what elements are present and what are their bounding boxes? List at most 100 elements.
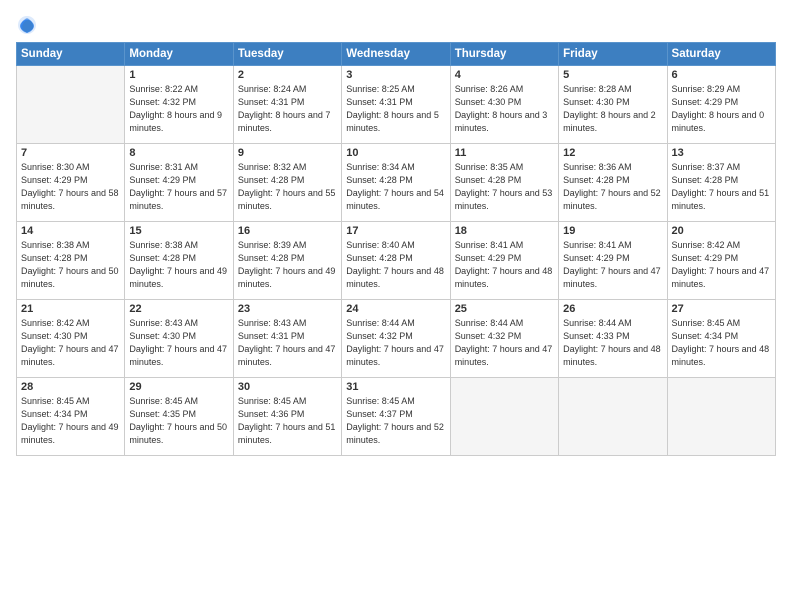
col-header-saturday: Saturday — [667, 43, 775, 66]
calendar-week-row: 21 Sunrise: 8:42 AMSunset: 4:30 PMDayligh… — [17, 300, 776, 378]
col-header-thursday: Thursday — [450, 43, 558, 66]
day-number: 22 — [129, 303, 228, 315]
day-number: 10 — [346, 147, 445, 159]
col-header-tuesday: Tuesday — [233, 43, 341, 66]
cell-details: Sunrise: 8:31 AMSunset: 4:29 PMDaylight:… — [129, 161, 228, 213]
day-number: 25 — [455, 303, 554, 315]
calendar-week-row: 1 Sunrise: 8:22 AMSunset: 4:32 PMDaylight… — [17, 66, 776, 144]
col-header-monday: Monday — [125, 43, 233, 66]
cell-details: Sunrise: 8:38 AMSunset: 4:28 PMDaylight:… — [129, 239, 228, 291]
calendar-cell — [559, 378, 667, 456]
col-header-friday: Friday — [559, 43, 667, 66]
calendar-cell: 31 Sunrise: 8:45 AMSunset: 4:37 PMDayligh… — [342, 378, 450, 456]
cell-details: Sunrise: 8:24 AMSunset: 4:31 PMDaylight:… — [238, 83, 337, 135]
cell-details: Sunrise: 8:26 AMSunset: 4:30 PMDaylight:… — [455, 83, 554, 135]
cell-details: Sunrise: 8:25 AMSunset: 4:31 PMDaylight:… — [346, 83, 445, 135]
calendar-cell: 23 Sunrise: 8:43 AMSunset: 4:31 PMDayligh… — [233, 300, 341, 378]
cell-details: Sunrise: 8:44 AMSunset: 4:32 PMDaylight:… — [455, 317, 554, 369]
calendar-cell: 29 Sunrise: 8:45 AMSunset: 4:35 PMDayligh… — [125, 378, 233, 456]
day-number: 20 — [672, 225, 771, 237]
day-number: 19 — [563, 225, 662, 237]
calendar-cell: 5 Sunrise: 8:28 AMSunset: 4:30 PMDaylight… — [559, 66, 667, 144]
cell-details: Sunrise: 8:32 AMSunset: 4:28 PMDaylight:… — [238, 161, 337, 213]
calendar-cell: 15 Sunrise: 8:38 AMSunset: 4:28 PMDayligh… — [125, 222, 233, 300]
cell-details: Sunrise: 8:45 AMSunset: 4:34 PMDaylight:… — [672, 317, 771, 369]
cell-details: Sunrise: 8:28 AMSunset: 4:30 PMDaylight:… — [563, 83, 662, 135]
calendar-week-row: 7Sunrise: 8:30 AMSunset: 4:29 PMDaylight… — [17, 144, 776, 222]
day-number: 28 — [21, 381, 120, 393]
day-number: 5 — [563, 69, 662, 81]
calendar-cell: 27 Sunrise: 8:45 AMSunset: 4:34 PMDayligh… — [667, 300, 775, 378]
calendar-cell: 19Sunrise: 8:41 AMSunset: 4:29 PMDayligh… — [559, 222, 667, 300]
day-number: 8 — [129, 147, 228, 159]
cell-details: Sunrise: 8:37 AMSunset: 4:28 PMDaylight:… — [672, 161, 771, 213]
header — [16, 14, 776, 36]
page: SundayMondayTuesdayWednesdayThursdayFrid… — [0, 0, 792, 612]
day-number: 12 — [563, 147, 662, 159]
day-number: 1 — [129, 69, 228, 81]
day-number: 11 — [455, 147, 554, 159]
cell-details: Sunrise: 8:45 AMSunset: 4:37 PMDaylight:… — [346, 395, 445, 447]
cell-details: Sunrise: 8:45 AMSunset: 4:36 PMDaylight:… — [238, 395, 337, 447]
calendar-cell: 30 Sunrise: 8:45 AMSunset: 4:36 PMDayligh… — [233, 378, 341, 456]
calendar-cell: 10Sunrise: 8:34 AMSunset: 4:28 PMDayligh… — [342, 144, 450, 222]
day-number: 13 — [672, 147, 771, 159]
day-number: 31 — [346, 381, 445, 393]
calendar-cell: 13 Sunrise: 8:37 AMSunset: 4:28 PMDayligh… — [667, 144, 775, 222]
calendar-cell: 8 Sunrise: 8:31 AMSunset: 4:29 PMDaylight… — [125, 144, 233, 222]
day-number: 17 — [346, 225, 445, 237]
cell-details: Sunrise: 8:45 AMSunset: 4:35 PMDaylight:… — [129, 395, 228, 447]
day-number: 4 — [455, 69, 554, 81]
day-number: 30 — [238, 381, 337, 393]
day-number: 27 — [672, 303, 771, 315]
day-number: 7 — [21, 147, 120, 159]
cell-details: Sunrise: 8:22 AMSunset: 4:32 PMDaylight:… — [129, 83, 228, 135]
day-number: 29 — [129, 381, 228, 393]
day-number: 15 — [129, 225, 228, 237]
calendar-cell: 2 Sunrise: 8:24 AMSunset: 4:31 PMDaylight… — [233, 66, 341, 144]
calendar-cell: 17 Sunrise: 8:40 AMSunset: 4:28 PMDayligh… — [342, 222, 450, 300]
logo-icon — [16, 14, 38, 36]
day-number: 26 — [563, 303, 662, 315]
col-header-wednesday: Wednesday — [342, 43, 450, 66]
day-number: 6 — [672, 69, 771, 81]
day-number: 16 — [238, 225, 337, 237]
cell-details: Sunrise: 8:45 AMSunset: 4:34 PMDaylight:… — [21, 395, 120, 447]
calendar-cell: 18Sunrise: 8:41 AMSunset: 4:29 PMDayligh… — [450, 222, 558, 300]
calendar-cell: 6Sunrise: 8:29 AMSunset: 4:29 PMDaylight… — [667, 66, 775, 144]
day-number: 3 — [346, 69, 445, 81]
cell-details: Sunrise: 8:44 AMSunset: 4:32 PMDaylight:… — [346, 317, 445, 369]
day-number: 9 — [238, 147, 337, 159]
calendar-cell: 3 Sunrise: 8:25 AMSunset: 4:31 PMDaylight… — [342, 66, 450, 144]
cell-details: Sunrise: 8:44 AMSunset: 4:33 PMDaylight:… — [563, 317, 662, 369]
calendar-cell: 22 Sunrise: 8:43 AMSunset: 4:30 PMDayligh… — [125, 300, 233, 378]
calendar-cell: 4 Sunrise: 8:26 AMSunset: 4:30 PMDaylight… — [450, 66, 558, 144]
col-header-sunday: Sunday — [17, 43, 125, 66]
calendar-cell: 28 Sunrise: 8:45 AMSunset: 4:34 PMDayligh… — [17, 378, 125, 456]
calendar-cell — [667, 378, 775, 456]
cell-details: Sunrise: 8:43 AMSunset: 4:31 PMDaylight:… — [238, 317, 337, 369]
calendar-cell: 26 Sunrise: 8:44 AMSunset: 4:33 PMDayligh… — [559, 300, 667, 378]
day-number: 2 — [238, 69, 337, 81]
calendar-week-row: 28 Sunrise: 8:45 AMSunset: 4:34 PMDayligh… — [17, 378, 776, 456]
calendar-cell: 20Sunrise: 8:42 AMSunset: 4:29 PMDayligh… — [667, 222, 775, 300]
calendar-cell: 7Sunrise: 8:30 AMSunset: 4:29 PMDaylight… — [17, 144, 125, 222]
calendar-cell: 12Sunrise: 8:36 AMSunset: 4:28 PMDayligh… — [559, 144, 667, 222]
calendar-week-row: 14 Sunrise: 8:38 AMSunset: 4:28 PMDayligh… — [17, 222, 776, 300]
cell-details: Sunrise: 8:38 AMSunset: 4:28 PMDaylight:… — [21, 239, 120, 291]
calendar-cell: 9 Sunrise: 8:32 AMSunset: 4:28 PMDaylight… — [233, 144, 341, 222]
day-number: 14 — [21, 225, 120, 237]
calendar-cell: 21 Sunrise: 8:42 AMSunset: 4:30 PMDayligh… — [17, 300, 125, 378]
calendar-cell: 24 Sunrise: 8:44 AMSunset: 4:32 PMDayligh… — [342, 300, 450, 378]
cell-details: Sunrise: 8:43 AMSunset: 4:30 PMDaylight:… — [129, 317, 228, 369]
calendar-cell: 11Sunrise: 8:35 AMSunset: 4:28 PMDayligh… — [450, 144, 558, 222]
day-number: 21 — [21, 303, 120, 315]
calendar-cell: 1 Sunrise: 8:22 AMSunset: 4:32 PMDaylight… — [125, 66, 233, 144]
day-number: 24 — [346, 303, 445, 315]
calendar-cell — [17, 66, 125, 144]
cell-details: Sunrise: 8:40 AMSunset: 4:28 PMDaylight:… — [346, 239, 445, 291]
day-number: 23 — [238, 303, 337, 315]
calendar-header-row: SundayMondayTuesdayWednesdayThursdayFrid… — [17, 43, 776, 66]
cell-details: Sunrise: 8:42 AMSunset: 4:30 PMDaylight:… — [21, 317, 120, 369]
cell-details: Sunrise: 8:39 AMSunset: 4:28 PMDaylight:… — [238, 239, 337, 291]
